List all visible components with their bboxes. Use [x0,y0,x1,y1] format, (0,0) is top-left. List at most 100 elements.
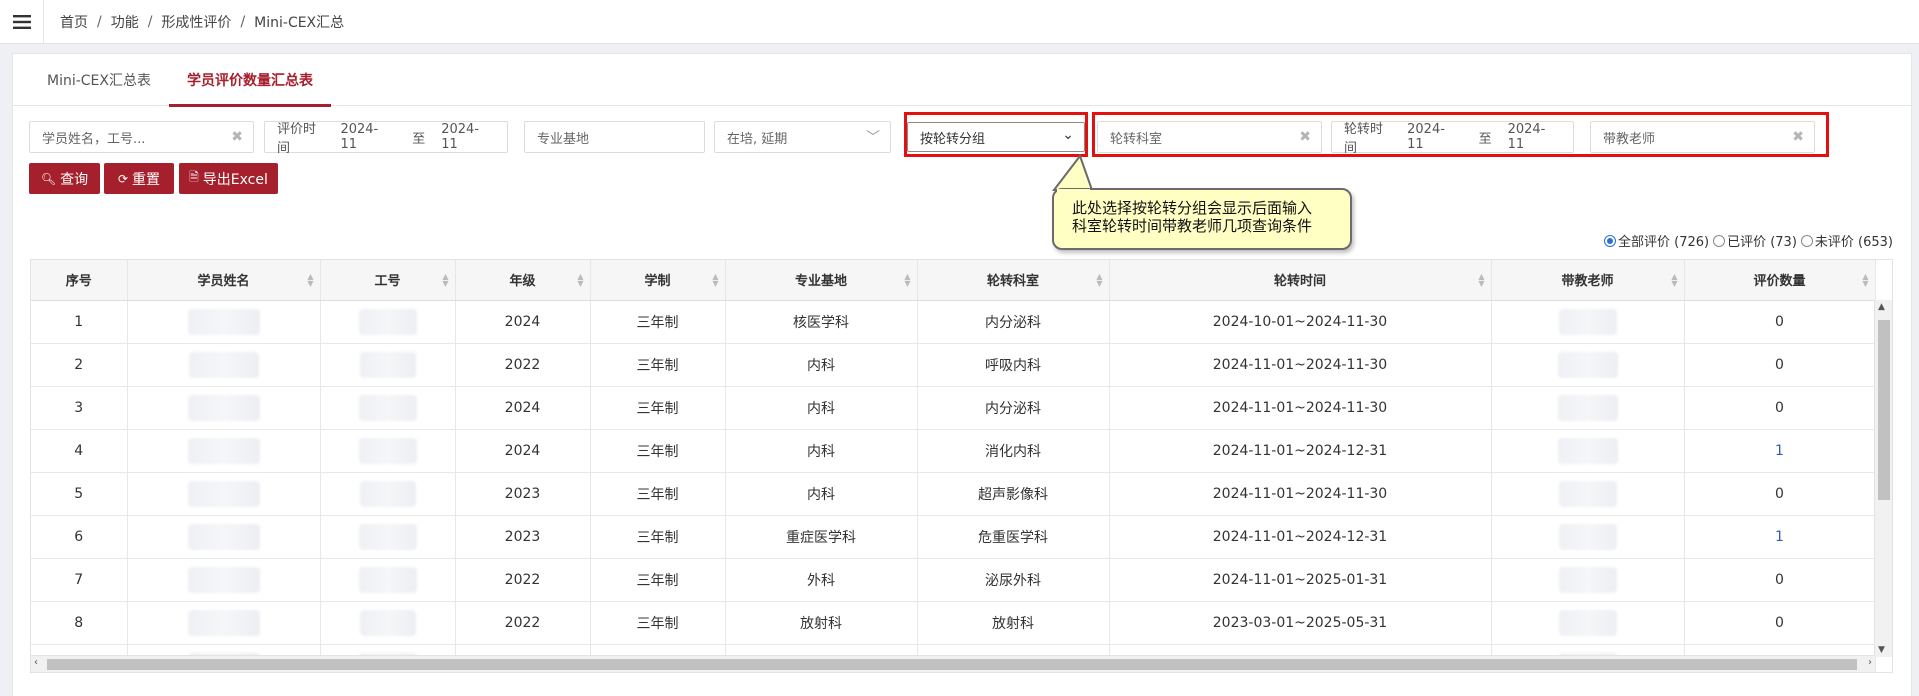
horizontal-scrollbar[interactable]: ‹ › [31,655,1875,672]
tab-mini-cex-summary[interactable]: Mini-CEX汇总表 [29,54,169,106]
redacted-text [1558,480,1617,507]
cell-student-name [127,472,321,516]
rotation-dept-input[interactable]: 轮转科室 ✖ [1097,121,1322,153]
query-button[interactable]: 🔍︎ 查询 [29,163,100,194]
scroll-left-icon[interactable]: ‹ [34,657,38,668]
scroll-up-icon[interactable]: ▲ [1878,302,1885,312]
scroll-thumb[interactable] [47,659,1857,670]
redacted-text [187,394,260,421]
scroll-right-icon[interactable]: › [1868,657,1872,668]
cell-student-name [127,515,321,559]
scroll-down-icon[interactable]: ▼ [1878,645,1885,655]
cell-period: 2023-03-01~2025-05-31 [1109,601,1492,645]
professional-base-input[interactable]: 专业基地 [524,121,705,153]
sort-icon[interactable]: ▲ ▼ [307,273,313,288]
cell-no: 4 [31,429,128,473]
cell-period: 2024-11-01~2025-01-31 [1109,558,1492,602]
table-row[interactable]: 4 2024 三年制 内科 消化内科 2024-11-01~2024-12-31 1 [31,429,1876,473]
rotation-time-from[interactable]: 2024-11 [1407,122,1460,152]
redacted-text [188,351,259,378]
sort-icon[interactable]: ▲ ▼ [1862,273,1868,288]
cell-dept: 内分泌科 [917,300,1110,344]
eval-time-from[interactable]: 2024-11 [340,122,394,152]
cell-no: 6 [31,515,128,559]
tab-student-eval-count[interactable]: 学员评价数量汇总表 [169,54,331,107]
sort-icon[interactable]: ▲ ▼ [1096,273,1102,288]
col-header-no[interactable]: 序号 [31,260,128,301]
col-header-base[interactable]: 专业基地 ▲ ▼ [725,260,918,301]
sort-icon[interactable]: ▲ ▼ [904,273,910,288]
student-search-input[interactable]: 学员姓名，工号... ✖ [29,121,254,153]
clear-icon[interactable]: ✖ [231,129,243,145]
cell-period: 2024-11-01~2024-12-31 [1109,515,1492,559]
table-row[interactable]: 3 2024 三年制 内科 内分泌科 2024-11-01~2024-11-30 0 [31,386,1876,430]
col-header-student-name[interactable]: 学员姓名 ▲ ▼ [127,260,321,301]
cell-base: 内科 [725,429,918,473]
breadcrumb-function[interactable]: 功能 [111,12,139,32]
col-header-teacher[interactable]: 带教老师 ▲ ▼ [1491,260,1685,301]
cell-dept: 呼吸内科 [917,343,1110,387]
table-row[interactable]: 8 2022 三年制 放射科 放射科 2023-03-01~2025-05-31 0 [31,601,1876,645]
table-row[interactable]: 2 2022 三年制 内科 呼吸内科 2024-11-01~2024-11-30 0 [31,343,1876,387]
breadcrumb: 首页 / 功能 / 形成性评价 / Mini-CEX汇总 [60,12,345,32]
refresh-icon: ⟳ [117,171,129,186]
redacted-text [187,523,260,550]
cell-eval-count[interactable]: 1 [1684,515,1876,559]
redacted-text [187,609,260,636]
cell-staff-id [320,429,456,473]
data-table: 序号 学员姓名 ▲ ▼ 工号 ▲ ▼ 年级 ▲ ▼ 学制 ▲ ▼ 专业基地 ▲ ▼ 轮转科室 ▲ ▼ 轮… [30,259,1893,673]
cell-eval-count[interactable]: 1 [1684,429,1876,473]
table-row[interactable]: 1 2024 三年制 核医学科 内分泌科 2024-10-01~2024-11-30 0 [31,300,1876,344]
rotation-time-range[interactable]: 轮转时间 2024-11 至 2024-11 [1331,121,1574,156]
eval-time-range[interactable]: 评价时间 2024-11 至 2024-11 [264,121,508,156]
redacted-text [187,308,260,335]
clear-icon[interactable]: ✖ [1299,129,1311,145]
redacted-text [1557,351,1618,378]
cell-eval-count: 0 [1684,558,1876,602]
rotation-time-to[interactable]: 2024-11 [1508,122,1561,152]
reset-button[interactable]: ⟳ 重置 [104,163,174,194]
cell-student-name [127,386,321,430]
cell-system: 三年制 [590,601,726,645]
cell-grade: 2024 [455,386,591,430]
vertical-scrollbar[interactable]: ▲ ▼ [1874,300,1892,657]
cell-no: 8 [31,601,128,645]
status-select[interactable]: 在培, 延期 ﹀ [714,121,891,153]
group-select[interactable]: 按轮转分组 ⌄ [907,122,1085,152]
cell-eval-count: 0 [1684,472,1876,516]
sort-icon[interactable]: ▲ ▼ [1671,273,1677,288]
cell-period: 2024-11-01~2024-12-31 [1109,429,1492,473]
cell-teacher [1491,601,1685,645]
redacted-text [358,308,417,335]
scroll-thumb[interactable] [1878,320,1890,500]
col-header-grade[interactable]: 年级 ▲ ▼ [455,260,591,301]
cell-grade: 2022 [455,601,591,645]
hamburger-menu-button[interactable] [0,0,44,44]
col-header-period[interactable]: 轮转时间 ▲ ▼ [1109,260,1492,301]
col-header-staff-id[interactable]: 工号 ▲ ▼ [320,260,456,301]
redacted-text [1557,437,1618,464]
cell-eval-count: 0 [1684,386,1876,430]
sort-icon[interactable]: ▲ ▼ [1478,273,1484,288]
sort-icon[interactable]: ▲ ▼ [712,273,718,288]
sort-icon[interactable]: ▲ ▼ [577,273,583,288]
radio-not-evaluated[interactable]: 未评价 (653) [1800,231,1893,250]
col-header-dept[interactable]: 轮转科室 ▲ ▼ [917,260,1110,301]
sort-icon[interactable]: ▲ ▼ [442,273,448,288]
eval-time-to[interactable]: 2024-11 [441,122,495,152]
clear-icon[interactable]: ✖ [1792,129,1804,145]
export-excel-button[interactable]: 🗎 导出Excel [179,163,278,194]
table-row[interactable]: 7 2022 三年制 外科 泌尿外科 2024-11-01~2025-01-31 0 [31,558,1876,602]
col-header-eval-count[interactable]: 评价数量 ▲ ▼ [1684,260,1876,301]
cell-teacher [1491,343,1685,387]
cell-staff-id [320,472,456,516]
col-header-system[interactable]: 学制 ▲ ▼ [590,260,726,301]
radio-evaluated[interactable]: 已评价 (73) [1713,231,1797,250]
table-row[interactable]: 5 2023 三年制 内科 超声影像科 2024-11-01~2024-11-30 0 [31,472,1876,516]
breadcrumb-formative-eval[interactable]: 形成性评价 [161,12,231,32]
radio-all-eval[interactable]: 全部评价 (726) [1603,231,1709,250]
table-row[interactable]: 6 2023 三年制 重症医学科 危重医学科 2024-11-01~2024-12-31 1 [31,515,1876,559]
breadcrumb-home[interactable]: 首页 [60,12,88,32]
cell-base: 核医学科 [725,300,918,344]
teacher-input[interactable]: 带教老师 ✖ [1590,121,1815,153]
